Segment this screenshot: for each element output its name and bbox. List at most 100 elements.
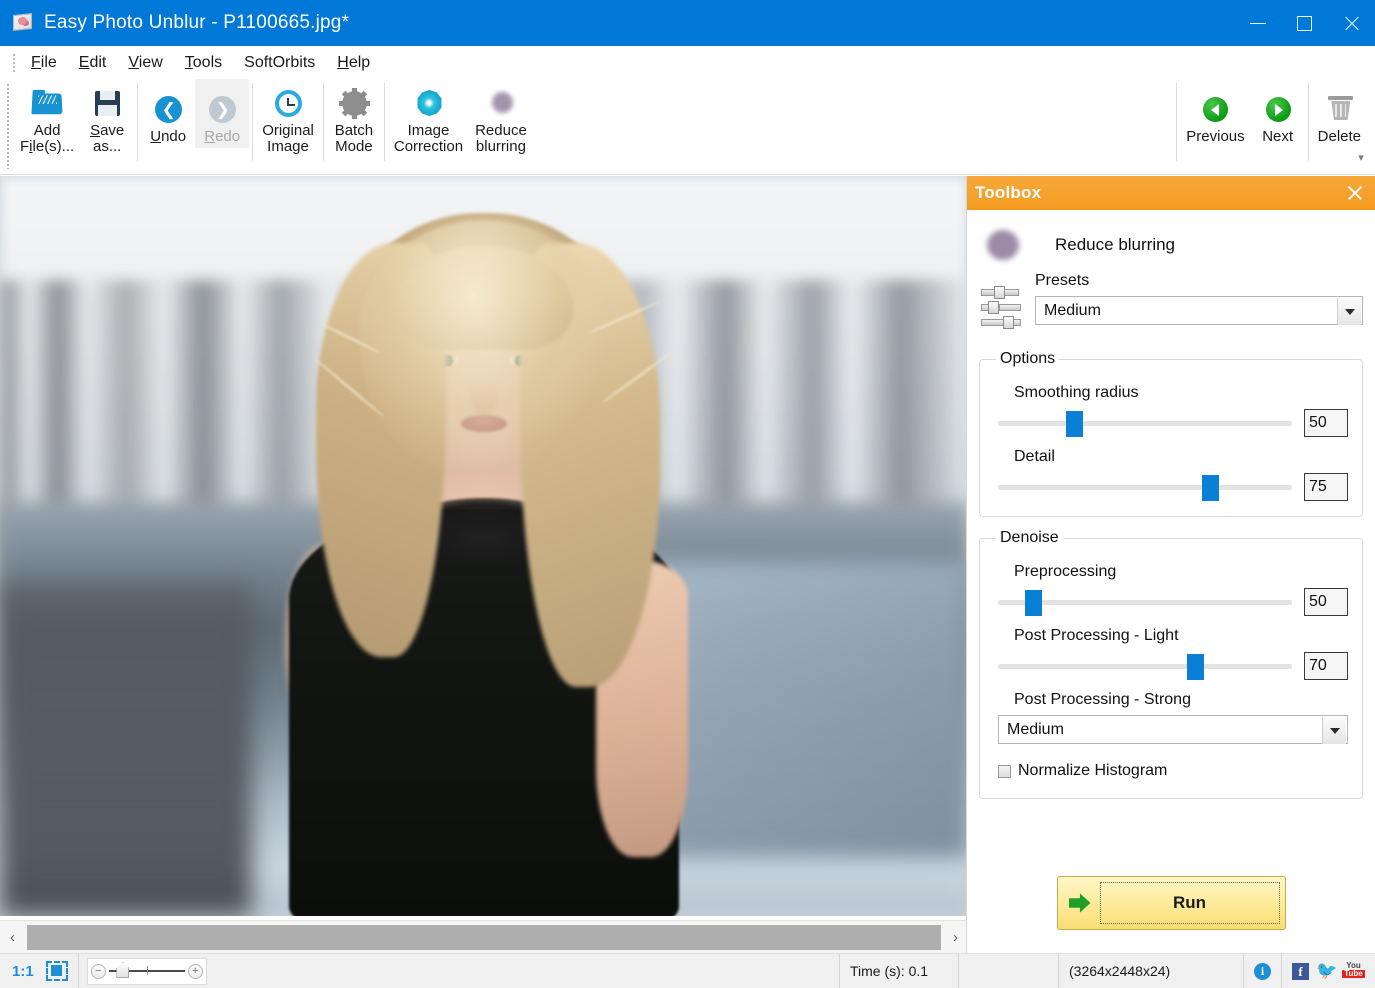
- menu-help[interactable]: Help: [326, 51, 381, 75]
- presets-value: Medium: [1036, 302, 1101, 320]
- slider-track[interactable]: [998, 421, 1292, 426]
- menu-edit[interactable]: Edit: [68, 51, 118, 75]
- info-button[interactable]: i: [1244, 954, 1282, 988]
- status-bar: 1:1 − + Time (s): 0.1 (3264x2448x24) i f…: [0, 953, 1375, 988]
- slider-thumb[interactable]: [1025, 590, 1042, 616]
- preprocessing-row: 50: [994, 587, 1348, 617]
- fit-to-window-icon[interactable]: [46, 961, 68, 981]
- preprocessing-value[interactable]: 50: [1304, 588, 1348, 616]
- zoom-out-button[interactable]: −: [91, 964, 106, 979]
- redo-button[interactable]: ❯ Redo: [195, 79, 249, 148]
- toolbar-separator-2: [252, 83, 253, 161]
- slider-thumb[interactable]: [1066, 411, 1083, 437]
- zoom-slider-track[interactable]: [109, 970, 185, 972]
- reduce-blurring-label-1: Reduce: [475, 123, 527, 139]
- normalize-histogram-checkbox[interactable]: [998, 765, 1011, 778]
- chevron-down-icon[interactable]: [1337, 298, 1361, 325]
- zoom-slider-handle[interactable]: [116, 962, 129, 978]
- green-right-arrow-icon: [1261, 92, 1295, 126]
- scroll-right-button[interactable]: ›: [943, 921, 968, 954]
- youtube-icon[interactable]: You Tube: [1342, 962, 1365, 980]
- original-image-button[interactable]: Original Image: [256, 79, 320, 158]
- run-label: Run: [1173, 893, 1206, 913]
- save-as-button[interactable]: Save as...: [80, 79, 134, 158]
- post-processing-light-value[interactable]: 70: [1304, 652, 1348, 680]
- zoom-ratio-label[interactable]: 1:1: [0, 963, 40, 980]
- batch-mode-label-1: Batch: [335, 123, 373, 139]
- toolbar-separator-3: [323, 83, 324, 161]
- menu-tools[interactable]: Tools: [174, 51, 233, 75]
- trash-icon: [1322, 92, 1356, 126]
- scrollbar-track[interactable]: [25, 921, 943, 954]
- next-button[interactable]: Next: [1251, 79, 1305, 148]
- chevron-down-icon[interactable]: [1322, 717, 1346, 744]
- normalize-histogram-row[interactable]: Normalize Histogram: [998, 762, 1348, 780]
- save-as-label-2: as...: [93, 139, 121, 155]
- presets-label: Presets: [1035, 272, 1363, 290]
- menu-view[interactable]: View: [117, 51, 173, 75]
- post-processing-strong-select[interactable]: Medium: [998, 715, 1348, 744]
- green-play-arrow-icon: [1058, 876, 1102, 930]
- add-files-button[interactable]: Add File(s)...: [14, 79, 80, 158]
- zoom-in-button[interactable]: +: [188, 964, 203, 979]
- toolbar: Add File(s)... Save as... ❮ Undo ❯ Redo: [0, 79, 1375, 175]
- detail-slider[interactable]: [998, 472, 1292, 502]
- info-icon: i: [1254, 963, 1271, 980]
- options-legend: Options: [996, 350, 1059, 368]
- smoothing-radius-label: Smoothing radius: [1014, 384, 1348, 402]
- menu-file[interactable]: FFileile: [20, 51, 68, 75]
- toolbar-expand-icon[interactable]: ▾: [1354, 151, 1368, 165]
- status-empty-cell: [959, 954, 1059, 988]
- effect-name: Reduce blurring: [1055, 235, 1175, 255]
- post-processing-light-label: Post Processing - Light: [1014, 627, 1348, 645]
- presets-row: Presets Medium: [979, 272, 1363, 338]
- post-processing-light-slider[interactable]: [998, 651, 1292, 681]
- toolbar-group-history: ❮ Undo ❯ Redo: [141, 79, 249, 171]
- options-group: Options Smoothing radius 50 Detail 75: [979, 350, 1363, 517]
- maximize-button[interactable]: [1281, 0, 1328, 46]
- preprocessing-slider[interactable]: [998, 587, 1292, 617]
- batch-mode-button[interactable]: Batch Mode: [327, 79, 381, 158]
- floppy-disk-icon: [90, 86, 124, 120]
- menu-grip[interactable]: [12, 53, 16, 73]
- scroll-left-button[interactable]: ‹: [0, 921, 25, 954]
- zoom-slider-widget[interactable]: − +: [87, 958, 207, 985]
- scrollbar-thumb[interactable]: [27, 925, 941, 950]
- slider-track[interactable]: [998, 485, 1292, 490]
- toolbar-grip[interactable]: [6, 83, 11, 169]
- slider-thumb[interactable]: [1187, 654, 1204, 680]
- undo-button[interactable]: ❮ Undo: [141, 79, 195, 148]
- detail-value[interactable]: 75: [1304, 473, 1348, 501]
- minimize-button[interactable]: [1234, 0, 1281, 46]
- toolbar-group-effects: Image Correction Reduce blurring: [388, 79, 533, 171]
- horizontal-scrollbar[interactable]: ‹ ›: [0, 920, 968, 953]
- toolbox-close-icon[interactable]: [1345, 183, 1365, 203]
- application-window: Easy Photo Unblur - P1100665.jpg* FFilei…: [0, 0, 1375, 988]
- smoothing-radius-value[interactable]: 50: [1304, 409, 1348, 437]
- effect-row: Reduce blurring: [979, 220, 1363, 270]
- slider-track[interactable]: [998, 664, 1292, 669]
- presets-select[interactable]: Medium: [1035, 296, 1363, 325]
- reduce-blurring-button[interactable]: Reduce blurring: [469, 79, 533, 158]
- denoise-legend: Denoise: [996, 529, 1063, 547]
- facebook-icon[interactable]: f: [1292, 963, 1309, 980]
- youtube-line-2: Tube: [1342, 970, 1365, 978]
- close-button[interactable]: [1328, 0, 1375, 46]
- toolbar-group-batch: Batch Mode: [327, 79, 381, 171]
- processing-time-label: Time (s): 0.1: [839, 954, 959, 988]
- toolbar-group-file: Add File(s)... Save as...: [14, 79, 134, 171]
- slider-thumb[interactable]: [1202, 475, 1219, 501]
- title-bar: Easy Photo Unblur - P1100665.jpg*: [0, 0, 1375, 46]
- menu-softorbits[interactable]: SoftOrbits: [233, 51, 326, 75]
- run-button[interactable]: Run: [1057, 876, 1286, 930]
- twitter-icon[interactable]: 🐦: [1316, 963, 1335, 979]
- image-correction-button[interactable]: Image Correction: [388, 79, 469, 158]
- image-canvas[interactable]: [0, 176, 968, 916]
- previous-button[interactable]: Previous: [1180, 79, 1250, 148]
- subject-hair-highlight: [359, 220, 609, 472]
- smoothing-radius-slider[interactable]: [998, 408, 1292, 438]
- delete-button[interactable]: Delete: [1312, 79, 1367, 148]
- photo-preview: [0, 176, 968, 916]
- detail-row: 75: [994, 472, 1348, 502]
- add-files-label-2: File(s)...: [20, 139, 74, 155]
